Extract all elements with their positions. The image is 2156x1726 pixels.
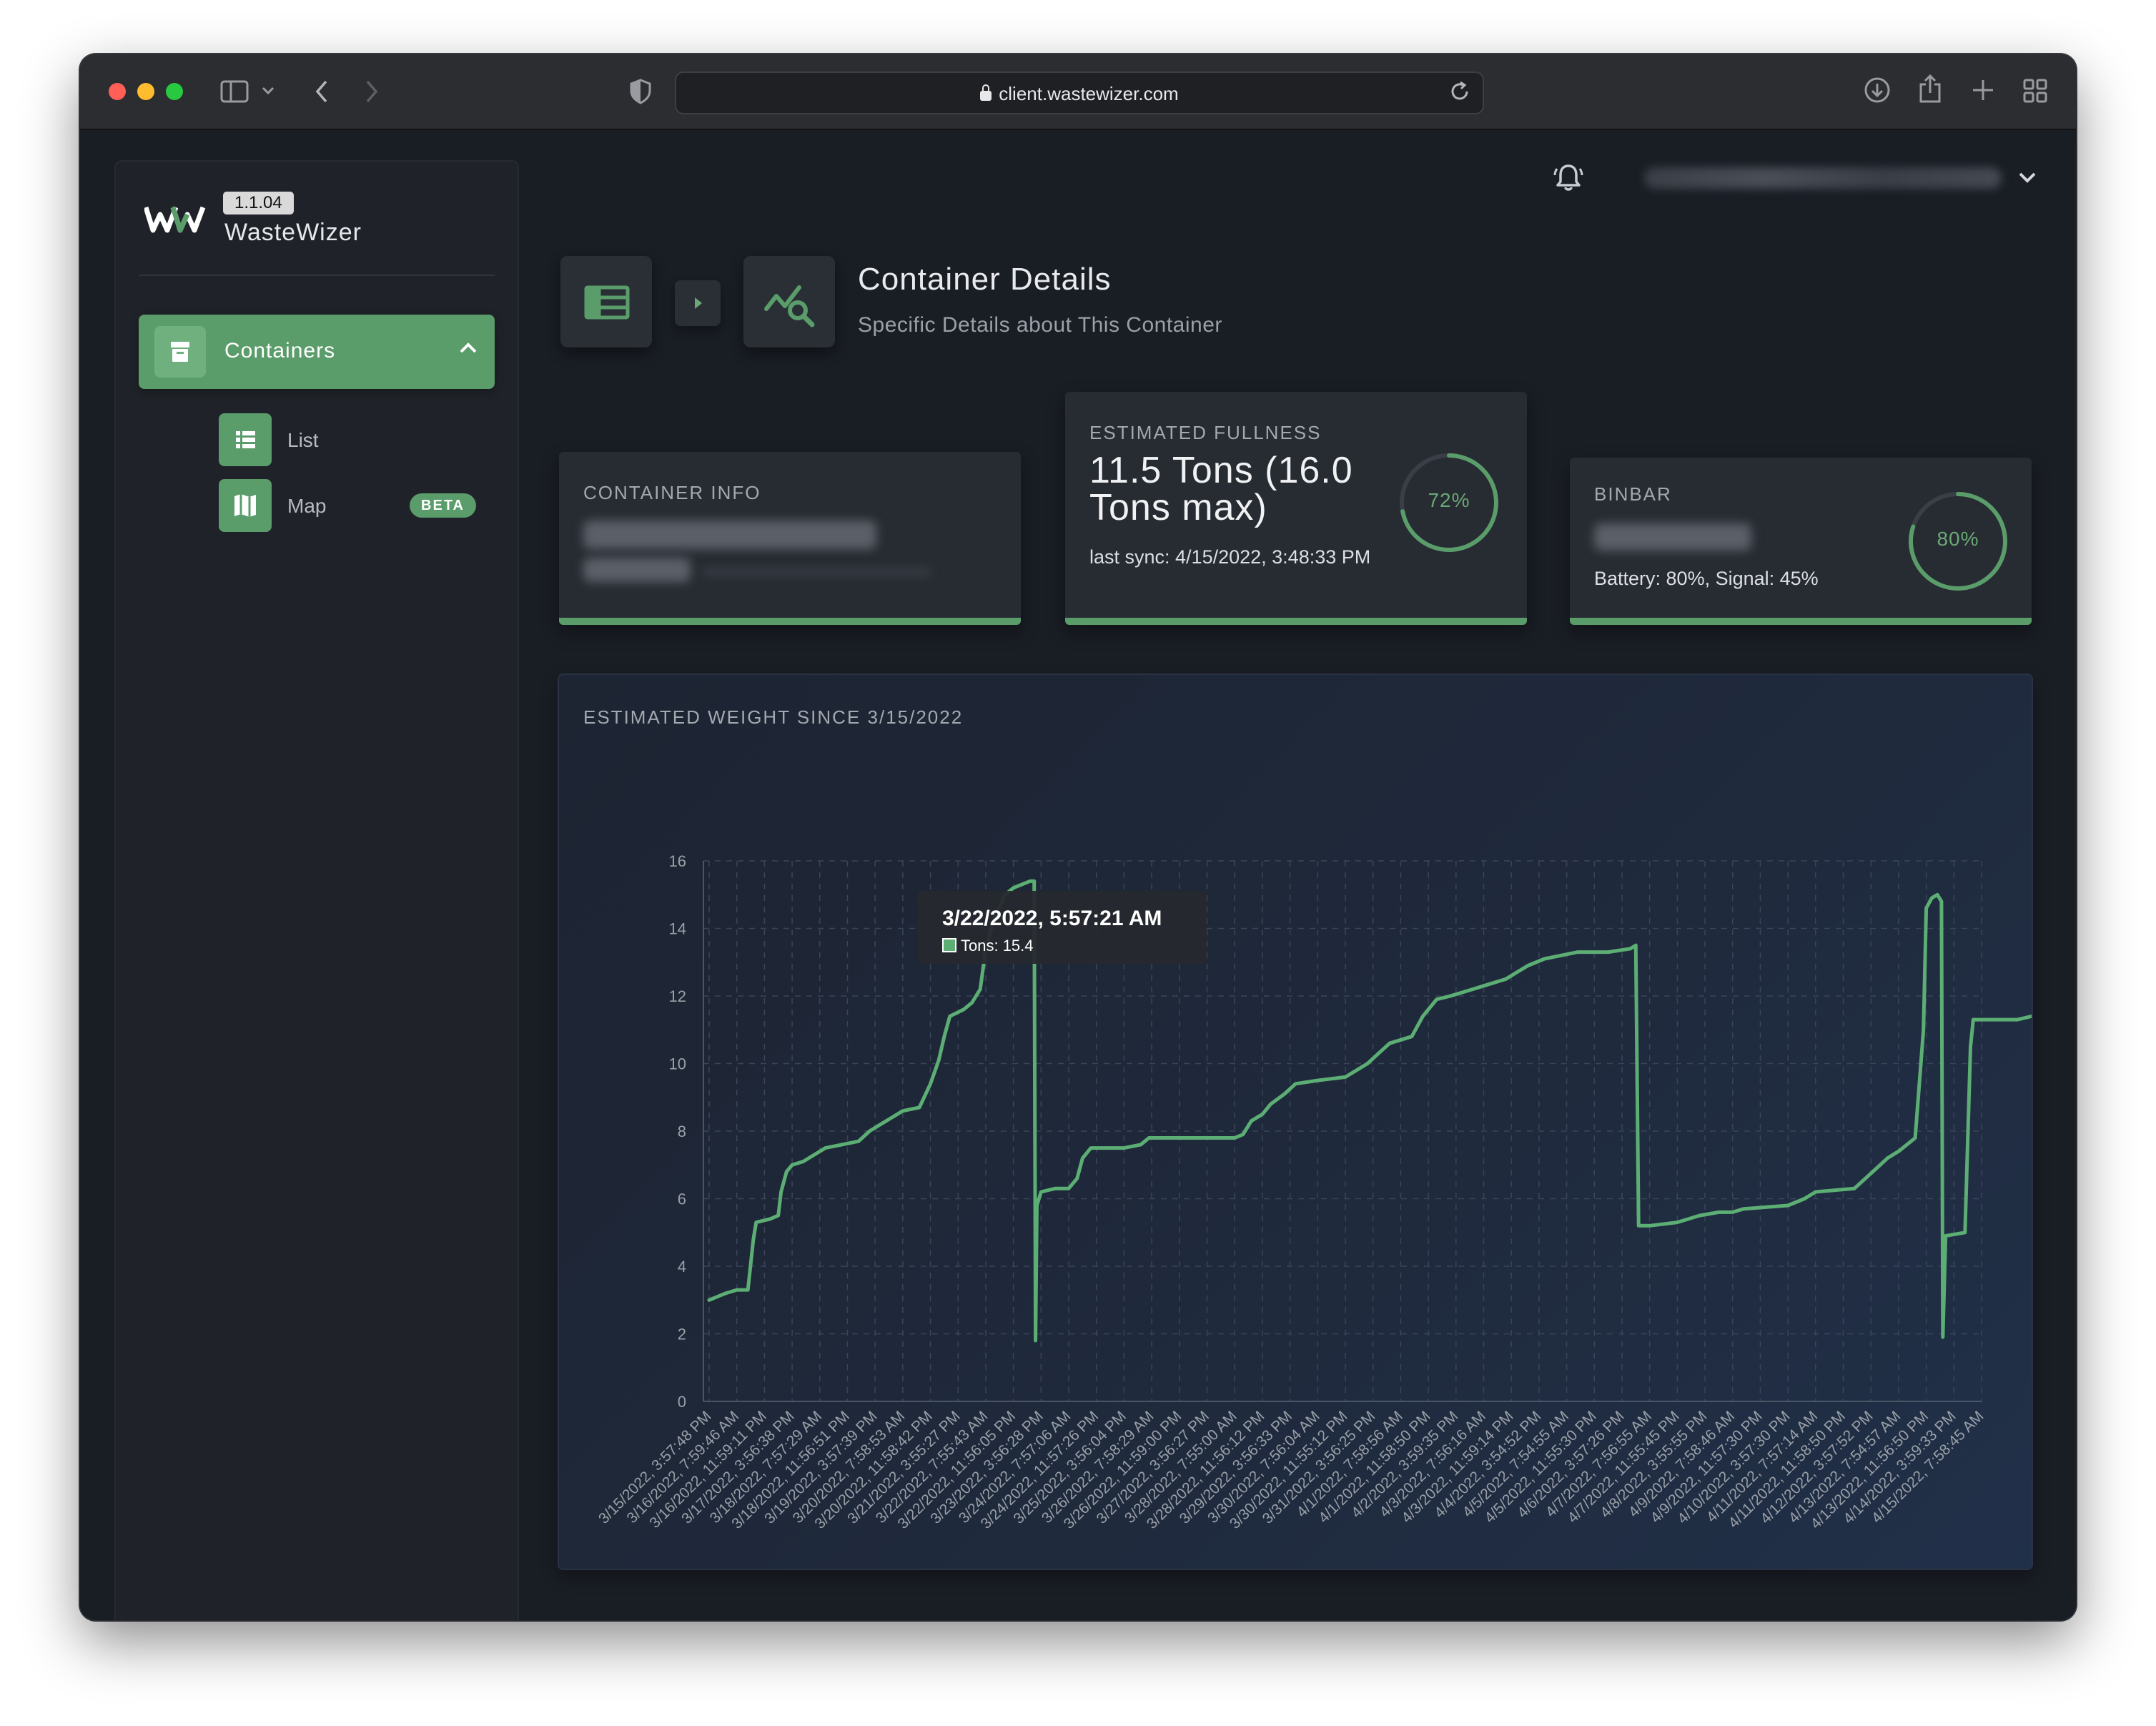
breadcrumb-separator [675,280,721,326]
share-icon[interactable] [1917,73,1943,104]
card-label: BINBAR [1594,483,1672,505]
y-tick-label: 14 [669,920,686,938]
url-text: client.wastewizer.com [999,83,1179,104]
fullness-gauge: 72% [1395,449,1503,560]
caret-right-icon [695,297,702,309]
fullness-value: 11.5 Tons (16.0 Tons max) [1089,450,1353,528]
chart-tooltip: 3/22/2022, 5:57:21 AM Tons: 15.4 [918,891,1207,964]
version-badge: 1.1.04 [223,192,294,214]
y-tick-label: 0 [678,1393,686,1411]
y-tick-label: 12 [669,987,686,1005]
notification-bell-icon[interactable] [1551,160,1586,198]
chevron-up-icon[interactable] [459,342,478,358]
breadcrumb-details-button[interactable] [743,256,835,347]
weight-chart-card: ESTIMATED WEIGHT SINCE 3/15/2022 0 2 4 6 8 10… [559,675,2032,1569]
page-title: Container Details [858,262,1112,297]
lock-icon [980,84,992,101]
redacted-underline [702,569,931,575]
binbar-status-text: Battery: 80%, Signal: 45% [1594,568,1819,589]
sidebar-divider [139,275,495,276]
container-location-redacted [583,558,691,582]
container-name-redacted [583,521,876,549]
y-tick-label: 4 [678,1258,686,1276]
tooltip-item: Tons: 15.4 [961,937,1034,955]
wastewizer-logo-icon[interactable] [143,204,206,237]
container-info-card: CONTAINER INFO [559,452,1021,625]
table-icon [584,285,630,320]
binbar-card: BINBAR Battery: 80%, Signal: 45% 80% [1570,458,2032,625]
brand-name: WasteWizer [224,219,362,246]
y-tick-label: 2 [678,1326,686,1343]
address-bar[interactable]: client.wastewizer.com [675,71,1484,114]
user-menu-email[interactable] [1644,167,2002,189]
archive-box-icon [154,326,206,378]
map-icon [219,479,272,532]
y-tick-label: 10 [669,1055,686,1073]
download-icon[interactable] [1863,76,1892,104]
close-window-button[interactable] [109,83,126,100]
chart-search-icon [764,285,815,327]
shield-icon[interactable] [629,79,652,104]
chevron-down-icon[interactable] [262,86,275,96]
sidebar-toggle-icon[interactable] [220,80,249,103]
card-accent-bar [559,618,1021,625]
breadcrumb-list-button[interactable] [560,256,652,347]
card-label: CONTAINER INFO [583,482,761,503]
tooltip-title: 3/22/2022, 5:57:21 AM [942,907,1162,930]
sidebar: 1.1.04 WasteWizer Containers List Map BE… [116,162,518,1620]
series-line-tons [707,879,2032,1343]
binbar-id-redacted [1594,523,1751,551]
card-accent-bar [1065,618,1527,625]
page-subtitle: Specific Details about This Container [858,313,1222,337]
y-tick-label: 16 [669,852,686,870]
sidebar-item-label: List [287,429,319,451]
estimated-fullness-card: ESTIMATED FULLNESS 11.5 Tons (16.0 Tons … [1065,392,1527,625]
sidebar-item-containers[interactable]: Containers [139,315,495,389]
y-tick-label: 8 [678,1123,686,1140]
tab-overview-icon[interactable] [2023,79,2047,103]
back-arrow-icon[interactable] [313,79,330,104]
browser-toolbar: client.wastewizer.com [80,54,2076,130]
chevron-down-icon[interactable] [2017,170,2037,188]
minimize-window-button[interactable] [137,83,154,100]
forward-arrow-icon[interactable] [363,79,380,104]
tooltip-swatch [942,938,956,952]
sidebar-item-map[interactable]: Map BETA [219,479,476,532]
card-label: ESTIMATED FULLNESS [1089,422,1322,443]
last-sync-text: last sync: 4/15/2022, 3:48:33 PM [1089,546,1371,568]
browser-window: client.wastewizer.com 1.1.04 WasteWizer … [80,54,2076,1620]
card-accent-bar [1570,618,2032,625]
reload-icon[interactable] [1448,80,1471,103]
new-tab-icon[interactable] [1970,77,1996,103]
zoom-window-button[interactable] [166,83,183,100]
sidebar-item-label: Containers [224,339,336,363]
binbar-percent: 80% [1937,528,1979,550]
binbar-gauge: 80% [1904,488,2012,598]
fullness-percent: 72% [1428,489,1470,511]
list-icon [219,413,272,466]
sidebar-item-list[interactable]: List [219,413,476,466]
beta-badge: BETA [410,493,476,518]
sidebar-item-label: Map [287,495,327,517]
y-tick-label: 6 [678,1190,686,1208]
weight-line-chart[interactable]: 02468101214163/15/2022, 3:57:48 PM3/16/2… [559,675,2032,1569]
